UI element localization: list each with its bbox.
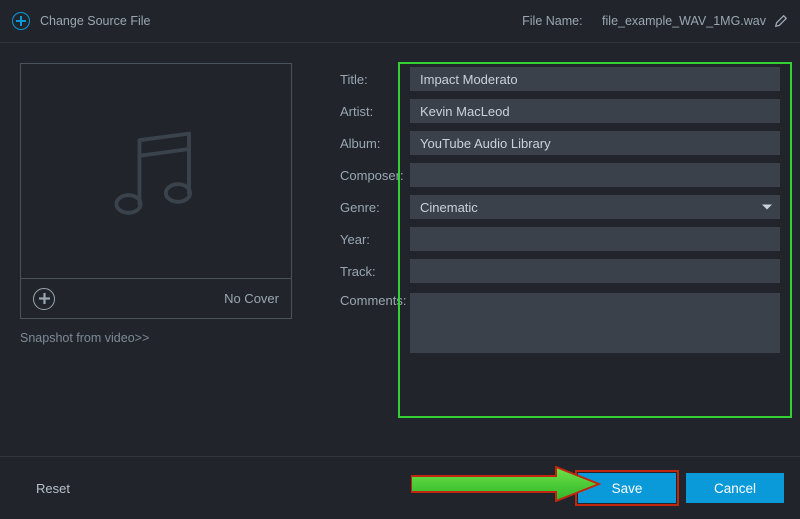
change-source-file-label: Change Source File <box>40 14 150 28</box>
file-name-display: File Name: file_example_WAV_1MG.wav <box>522 14 788 28</box>
edit-icon[interactable] <box>774 14 788 28</box>
album-label: Album: <box>338 136 410 151</box>
year-input[interactable] <box>410 227 780 251</box>
genre-value[interactable] <box>410 195 780 219</box>
comments-label: Comments: <box>338 293 410 308</box>
album-input[interactable] <box>410 131 780 155</box>
track-input[interactable] <box>410 259 780 283</box>
change-source-file-button[interactable]: Change Source File <box>12 12 150 30</box>
genre-label: Genre: <box>338 200 410 215</box>
music-note-icon <box>21 64 291 278</box>
year-label: Year: <box>338 232 410 247</box>
footer-bar: Reset Save Cancel <box>0 457 800 519</box>
reset-button[interactable]: Reset <box>36 472 126 504</box>
genre-select[interactable] <box>410 195 780 219</box>
artist-label: Artist: <box>338 104 410 119</box>
add-cover-button[interactable] <box>33 288 55 310</box>
title-input[interactable] <box>410 67 780 91</box>
file-name-value: file_example_WAV_1MG.wav <box>602 14 766 28</box>
cancel-button[interactable]: Cancel <box>686 473 784 503</box>
cover-art-box: No Cover <box>20 63 292 319</box>
title-label: Title: <box>338 72 410 87</box>
snapshot-from-video-link[interactable]: Snapshot from video>> <box>20 331 292 345</box>
file-name-label: File Name: <box>522 14 582 28</box>
artist-input[interactable] <box>410 99 780 123</box>
comments-input[interactable] <box>410 293 780 353</box>
save-button[interactable]: Save <box>578 473 676 503</box>
plus-icon <box>12 12 30 30</box>
composer-input[interactable] <box>410 163 780 187</box>
composer-label: Composer: <box>338 168 410 183</box>
no-cover-label: No Cover <box>224 291 279 306</box>
header-bar: Change Source File File Name: file_examp… <box>0 0 800 42</box>
track-label: Track: <box>338 264 410 279</box>
